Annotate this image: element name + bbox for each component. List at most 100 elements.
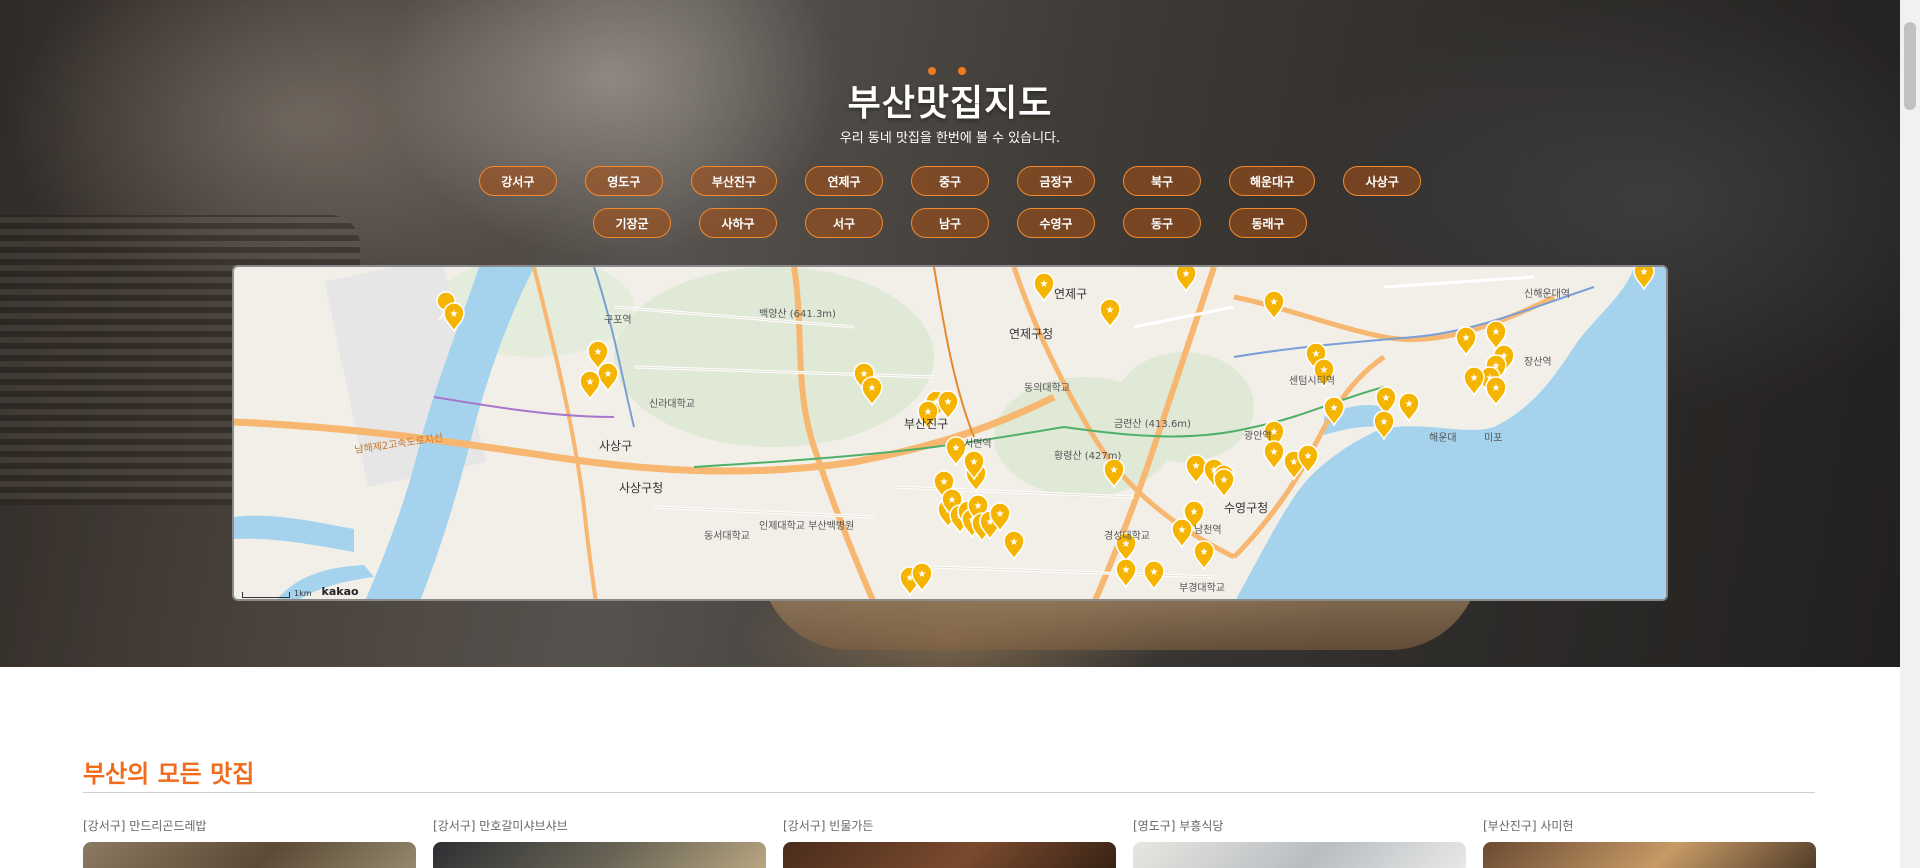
restaurant-marker-icon[interactable]: ★ — [1323, 396, 1345, 427]
map-label-busanjin: 부산진구 — [904, 417, 949, 431]
map-label-namcheon: 남천역 — [1194, 525, 1222, 536]
restaurant-marker-icon[interactable]: ★ — [1373, 410, 1395, 441]
svg-text:★: ★ — [1330, 403, 1339, 414]
svg-text:★: ★ — [1382, 393, 1391, 404]
district-button-saha[interactable]: 사하구 — [699, 208, 777, 238]
restaurant-marker-icon[interactable]: ★ — [1033, 272, 1055, 303]
restaurant-marker-icon[interactable]: ★ — [1175, 267, 1197, 293]
district-button-nam[interactable]: 남구 — [911, 208, 989, 238]
svg-text:★: ★ — [970, 457, 979, 468]
restaurant-marker-icon[interactable]: ★ — [1263, 440, 1285, 471]
restaurant-card[interactable]: [강서구] 만호갈미샤브샤브 — [433, 817, 766, 868]
restaurant-card-label: [강서구] 빈물가든 — [783, 819, 874, 833]
restaurant-marker-icon[interactable]: ★ — [1143, 560, 1165, 591]
district-button-jung[interactable]: 중구 — [911, 166, 989, 196]
restaurant-marker-icon[interactable]: ★ — [1485, 376, 1507, 407]
svg-text:★: ★ — [948, 495, 957, 506]
district-button-sasang[interactable]: 사상구 — [1343, 166, 1422, 196]
restaurant-marker-icon[interactable]: ★ — [443, 302, 465, 333]
page-scrollbar-thumb[interactable] — [1904, 22, 1916, 110]
district-button-seo[interactable]: 서구 — [805, 208, 883, 238]
restaurant-marker-icon[interactable]: ★ — [1633, 267, 1655, 291]
restaurant-map[interactable]: ★ ★ ★ ★ ★ ★ ★ ★ ★ ★ ★ ★ ★ ★ ★ ★ ★ ★ ★ ★ ★ ★ ★ ★ ★ ★ ★ ★ ★ ★ ★ ★ ★ ★ ★ ★ ★ ★ ★ ★… — [232, 265, 1668, 601]
map-label-suyeong-office: 수영구청 — [1224, 501, 1269, 515]
district-button-gangseo[interactable]: 강서구 — [478, 166, 557, 196]
map-label-mipo: 미포 — [1484, 433, 1503, 444]
district-button-yeonje[interactable]: 연제구 — [805, 166, 883, 196]
restaurant-marker-icon[interactable]: ★ — [1103, 458, 1125, 489]
restaurant-card-label: [부산진구] 사미헌 — [1483, 819, 1574, 833]
map-label-dongeui: 동의대학교 — [1024, 383, 1070, 394]
map-label-seomyeon: 서면역 — [964, 439, 992, 450]
restaurant-marker-icon[interactable]: ★ — [1115, 558, 1137, 589]
map-label-gwangan: 광안역 — [1244, 431, 1272, 442]
restaurant-card-label: [강서구] 만드리곤드레밥 — [83, 819, 207, 833]
svg-text:★: ★ — [1290, 457, 1299, 468]
restaurant-marker-icon[interactable]: ★ — [1463, 366, 1485, 397]
svg-text:★: ★ — [1010, 537, 1019, 548]
district-filter-row-1: 강서구 영도구 부산진구 연제구 중구 금정구 북구 해운대구 사상구 — [0, 166, 1900, 196]
svg-text:★: ★ — [1462, 333, 1471, 344]
map-scale-text: 1km — [294, 589, 312, 598]
restaurant-card[interactable]: [강서구] 만드리곤드레밥 — [83, 817, 416, 868]
district-button-suyeong[interactable]: 수영구 — [1017, 208, 1095, 238]
svg-text:★: ★ — [952, 443, 961, 454]
svg-text:★: ★ — [1312, 349, 1321, 360]
map-label-centum: 센텀시티역 — [1289, 376, 1335, 387]
district-button-dongnae[interactable]: 동래구 — [1229, 208, 1307, 238]
map-label-haeundae: 해운대 — [1429, 433, 1457, 444]
restaurant-marker-icon[interactable]: ★ — [861, 376, 883, 407]
listing-title: 부산의 모든 맛집 — [83, 760, 255, 788]
restaurant-marker-icon[interactable]: ★ — [579, 370, 601, 401]
district-button-busanjin[interactable]: 부산진구 — [690, 166, 777, 196]
restaurant-marker-icon[interactable]: ★ — [1185, 454, 1207, 485]
map-label-yeonje-office: 연제구청 — [1009, 327, 1054, 341]
svg-text:★: ★ — [1270, 447, 1279, 458]
restaurant-marker-icon[interactable]: ★ — [1213, 468, 1235, 499]
svg-text:★: ★ — [1182, 269, 1191, 280]
map-label-silla: 신라대학교 — [649, 399, 695, 410]
map-label-sasang-office: 사상구청 — [619, 481, 664, 495]
restaurant-card-image[interactable] — [1133, 842, 1466, 868]
restaurant-marker-icon[interactable]: ★ — [1193, 540, 1215, 571]
map-label-gupo: 구포역 — [604, 315, 632, 326]
district-button-dong[interactable]: 동구 — [1123, 208, 1201, 238]
svg-text:★: ★ — [1270, 297, 1279, 308]
restaurant-marker-icon[interactable]: ★ — [945, 436, 967, 467]
restaurant-card[interactable]: [영도구] 부흥식당 — [1133, 817, 1466, 868]
district-button-geumjeong[interactable]: 금정구 — [1017, 166, 1095, 196]
map-label-yeonje: 연제구 — [1054, 287, 1088, 301]
map-scale-bar — [242, 592, 290, 598]
district-filter-row-2: 기장군 사하구 서구 남구 수영구 동구 동래구 — [0, 208, 1900, 238]
svg-text:★: ★ — [594, 347, 603, 358]
restaurant-marker-icon[interactable]: ★ — [1099, 298, 1121, 329]
restaurant-marker-icon[interactable]: ★ — [1003, 530, 1025, 561]
svg-text:★: ★ — [1110, 465, 1119, 476]
restaurant-marker-icon[interactable]: ★ — [1398, 392, 1420, 423]
hero-banner: 부산맛집지도 우리 동네 맛집을 한번에 볼 수 있습니다. 강서구 영도구 부… — [0, 0, 1900, 667]
svg-text:★: ★ — [1190, 507, 1199, 518]
restaurant-card[interactable]: [부산진구] 사미헌 — [1483, 817, 1816, 868]
restaurant-marker-icon[interactable]: ★ — [1455, 326, 1477, 357]
restaurant-card[interactable]: [강서구] 빈물가든 — [783, 817, 1116, 868]
listing-divider — [83, 792, 1815, 793]
restaurant-marker-icon[interactable]: ★ — [1171, 518, 1193, 549]
district-button-haeundae[interactable]: 해운대구 — [1229, 166, 1316, 196]
restaurant-marker-icon[interactable]: ★ — [1263, 290, 1285, 321]
district-button-buk[interactable]: 북구 — [1123, 166, 1201, 196]
svg-text:★: ★ — [450, 309, 459, 320]
district-button-gijang[interactable]: 기장군 — [593, 208, 671, 238]
map-label-baegyangsan: 백양산 (641.3m) — [759, 309, 836, 320]
svg-text:★: ★ — [1122, 565, 1131, 576]
restaurant-card-image[interactable] — [1483, 842, 1816, 868]
svg-text:★: ★ — [868, 383, 877, 394]
page-scrollbar[interactable] — [1900, 0, 1920, 868]
map-label-sasang: 사상구 — [599, 439, 633, 453]
svg-text:★: ★ — [944, 397, 953, 408]
restaurant-card-image[interactable] — [83, 842, 416, 868]
district-button-yeongdo[interactable]: 영도구 — [584, 166, 663, 196]
restaurant-card-image[interactable] — [783, 842, 1116, 868]
restaurant-marker-icon[interactable]: ★ — [597, 362, 619, 393]
svg-text:★: ★ — [1106, 305, 1115, 316]
restaurant-card-image[interactable] — [433, 842, 766, 868]
